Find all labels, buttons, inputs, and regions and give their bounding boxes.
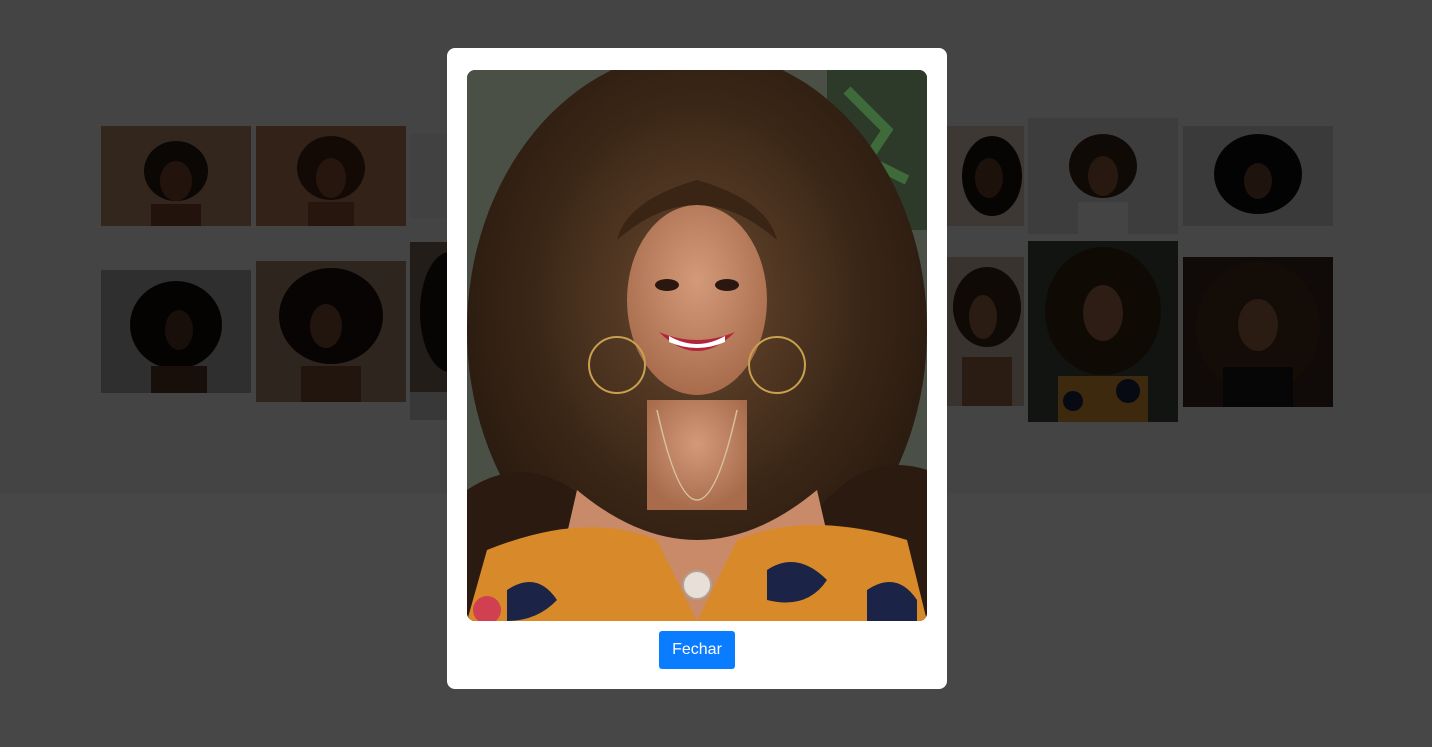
image-modal: Fechar xyxy=(447,48,947,689)
modal-photo xyxy=(467,70,927,621)
close-button[interactable]: Fechar xyxy=(659,631,735,669)
